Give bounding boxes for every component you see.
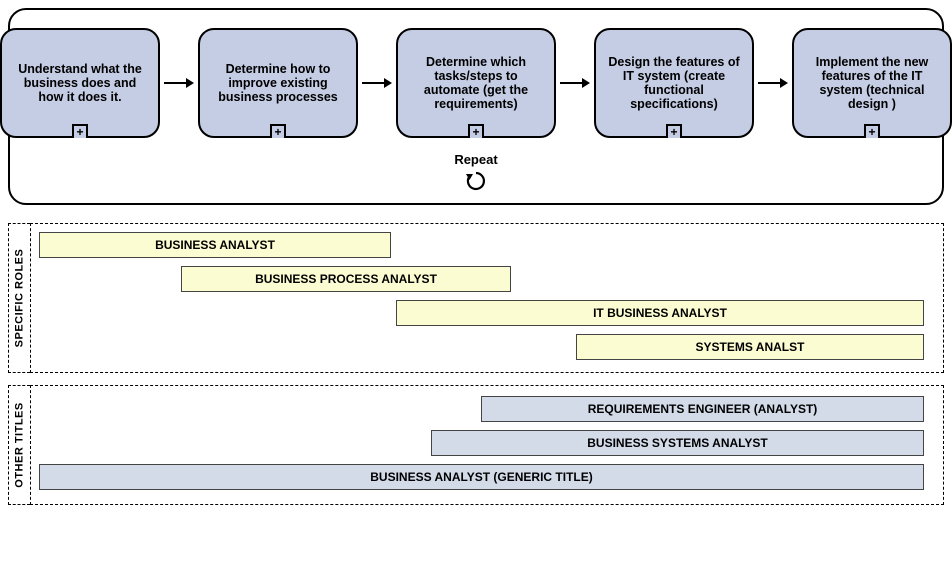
- repeat-block: Repeat: [22, 152, 930, 193]
- process-row: Understand what the business does and ho…: [22, 28, 930, 138]
- lane-label: SPECIFIC ROLES: [8, 223, 30, 373]
- role-bar-business-analyst-generic: BUSINESS ANALYST (GENERIC TITLE): [39, 464, 924, 490]
- lane-body: REQUIREMENTS ENGINEER (ANALYST) BUSINESS…: [30, 385, 944, 505]
- repeat-label: Repeat: [22, 152, 930, 167]
- expand-icon: +: [468, 124, 484, 138]
- process-step-2: Determine how to improve existing busine…: [198, 28, 358, 138]
- lane-specific-roles: SPECIFIC ROLES BUSINESS ANALYST BUSINESS…: [8, 223, 944, 373]
- process-step-label: Determine how to improve existing busine…: [208, 62, 348, 104]
- process-step-label: Implement the new features of the IT sys…: [802, 55, 942, 111]
- expand-icon: +: [270, 124, 286, 138]
- lane-other-titles: OTHER TITLES REQUIREMENTS ENGINEER (ANAL…: [8, 385, 944, 505]
- arrow-icon: [560, 76, 590, 90]
- process-step-label: Design the features of IT system (create…: [604, 55, 744, 111]
- role-bar-it-business-analyst: IT BUSINESS ANALYST: [396, 300, 924, 326]
- process-step-4: Design the features of IT system (create…: [594, 28, 754, 138]
- role-label: BUSINESS ANALYST (GENERIC TITLE): [370, 470, 592, 484]
- process-step-1: Understand what the business does and ho…: [0, 28, 160, 138]
- process-step-label: Determine which tasks/steps to automate …: [406, 55, 546, 111]
- arrow-icon: [362, 76, 392, 90]
- process-step-5: Implement the new features of the IT sys…: [792, 28, 952, 138]
- lane-title: OTHER TITLES: [14, 402, 26, 487]
- repeat-icon: [22, 169, 930, 193]
- arrow-icon: [164, 76, 194, 90]
- lane-label: OTHER TITLES: [8, 385, 30, 505]
- lane-title: SPECIFIC ROLES: [14, 249, 26, 348]
- role-label: REQUIREMENTS ENGINEER (ANALYST): [588, 402, 818, 416]
- role-label: BUSINESS PROCESS ANALYST: [255, 272, 437, 286]
- role-bar-systems-analyst: SYSTEMS ANALST: [576, 334, 924, 360]
- role-label: IT BUSINESS ANALYST: [593, 306, 727, 320]
- expand-icon: +: [72, 124, 88, 138]
- arrow-icon: [758, 76, 788, 90]
- role-bar-requirements-engineer: REQUIREMENTS ENGINEER (ANALYST): [481, 396, 924, 422]
- process-step-label: Understand what the business does and ho…: [10, 62, 150, 104]
- role-label: BUSINESS ANALYST: [155, 238, 275, 252]
- lane-body: BUSINESS ANALYST BUSINESS PROCESS ANALYS…: [30, 223, 944, 373]
- role-bar-business-systems-analyst: BUSINESS SYSTEMS ANALYST: [431, 430, 924, 456]
- expand-icon: +: [666, 124, 682, 138]
- role-label: SYSTEMS ANALST: [696, 340, 805, 354]
- process-flow-container: Understand what the business does and ho…: [8, 8, 944, 205]
- role-bar-business-analyst: BUSINESS ANALYST: [39, 232, 391, 258]
- process-step-3: Determine which tasks/steps to automate …: [396, 28, 556, 138]
- expand-icon: +: [864, 124, 880, 138]
- role-label: BUSINESS SYSTEMS ANALYST: [587, 436, 767, 450]
- role-bar-business-process-analyst: BUSINESS PROCESS ANALYST: [181, 266, 511, 292]
